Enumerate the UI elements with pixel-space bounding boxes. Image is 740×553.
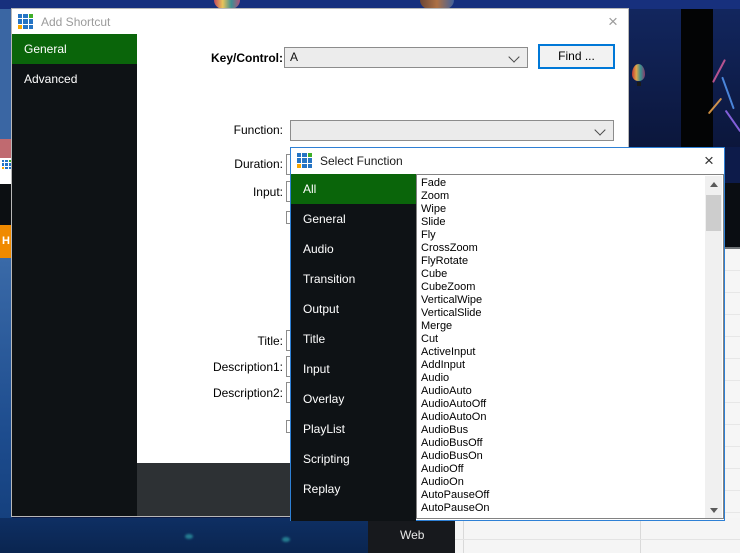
- function-item[interactable]: ActiveInput: [417, 346, 723, 359]
- function-item[interactable]: AudioAutoOff: [417, 398, 723, 411]
- select-function-dialog: Select Function × AllGeneralAudioTransit…: [290, 147, 725, 521]
- hot-air-balloon-image: [632, 64, 645, 81]
- category-item[interactable]: Input: [291, 354, 416, 384]
- desktop-photo-fragment: [0, 258, 12, 553]
- function-item[interactable]: VerticalSlide: [417, 307, 723, 320]
- function-item[interactable]: Audio: [417, 372, 723, 385]
- add-shortcut-titlebar[interactable]: Add Shortcut ×: [12, 9, 628, 34]
- category-item[interactable]: Audio: [291, 234, 416, 264]
- background-table: [455, 518, 740, 553]
- category-item[interactable]: General: [291, 204, 416, 234]
- function-item[interactable]: Merge: [417, 320, 723, 333]
- function-item[interactable]: AutoPauseOn: [417, 502, 723, 515]
- key-control-dropdown[interactable]: A: [284, 47, 528, 68]
- duration-label: Duration:: [133, 157, 283, 171]
- function-item[interactable]: AudioBusOff: [417, 437, 723, 450]
- function-item[interactable]: VerticalWipe: [417, 294, 723, 307]
- function-item[interactable]: AutoPauseOff: [417, 489, 723, 502]
- close-icon[interactable]: ×: [694, 151, 724, 171]
- function-item[interactable]: Fade: [417, 177, 723, 190]
- function-item[interactable]: Zoom: [417, 190, 723, 203]
- function-item[interactable]: Fly: [417, 229, 723, 242]
- function-item[interactable]: AudioOff: [417, 463, 723, 476]
- add-shortcut-sidebar: GeneralAdvanced: [12, 34, 137, 516]
- scrollbar[interactable]: [705, 176, 722, 519]
- table-row-divider: [455, 539, 740, 540]
- function-item[interactable]: AudioOn: [417, 476, 723, 489]
- category-item[interactable]: Title: [291, 324, 416, 354]
- desktop-top-strip: [0, 0, 740, 9]
- function-label: Function:: [133, 123, 283, 137]
- category-item[interactable]: All: [291, 174, 416, 204]
- balloon-basket: [637, 82, 641, 86]
- dialog-title: Select Function: [320, 154, 403, 168]
- description2-label: Description2:: [133, 386, 283, 400]
- scrollbar-thumb[interactable]: [706, 195, 721, 231]
- close-icon[interactable]: ×: [598, 12, 628, 32]
- function-listbox[interactable]: FadeZoomWipeSlideFlyCrossZoomFlyRotateCu…: [416, 174, 724, 519]
- key-control-label: Key/Control:: [133, 51, 283, 65]
- web-tab-label[interactable]: Web: [368, 518, 455, 553]
- table-column-divider: [463, 518, 464, 553]
- category-item[interactable]: Overlay: [291, 384, 416, 414]
- desktop-image-fragment: [420, 0, 454, 9]
- dialog-title: Add Shortcut: [41, 15, 110, 29]
- category-item[interactable]: Replay: [291, 474, 416, 504]
- scroll-down-icon[interactable]: [705, 502, 722, 519]
- sidebar-item[interactable]: Advanced: [12, 64, 137, 94]
- select-function-titlebar[interactable]: Select Function ×: [291, 148, 724, 173]
- category-item[interactable]: PlayList: [291, 414, 416, 444]
- function-item[interactable]: Cut: [417, 333, 723, 346]
- function-item[interactable]: FlyRotate: [417, 255, 723, 268]
- app-tile-icon: [0, 158, 12, 184]
- desktop-dark-fragment: [0, 184, 12, 225]
- function-item[interactable]: AudioAutoOn: [417, 411, 723, 424]
- function-item[interactable]: AudioBus: [417, 424, 723, 437]
- background-window-fragment: [724, 183, 740, 247]
- function-item[interactable]: Wipe: [417, 203, 723, 216]
- vmix-app-icon: [297, 153, 312, 168]
- photo-highlight: [282, 537, 290, 542]
- function-item[interactable]: Cube: [417, 268, 723, 281]
- background-list-rows: [723, 249, 740, 518]
- photo-highlight: [185, 534, 193, 539]
- category-item[interactable]: Scripting: [291, 444, 416, 474]
- sidebar-item[interactable]: General: [12, 34, 137, 64]
- background-window-fragment: [724, 147, 740, 183]
- function-item[interactable]: AddInput: [417, 359, 723, 372]
- water-photo-fragment: [0, 518, 368, 553]
- function-item[interactable]: AudioBusOn: [417, 450, 723, 463]
- function-item[interactable]: CrossZoom: [417, 242, 723, 255]
- desktop-black-strip: [681, 9, 713, 147]
- screen: H Web Add Shortcut × GeneralAdvanced Key…: [0, 0, 740, 553]
- description1-label: Description1:: [133, 360, 283, 374]
- input-label: Input:: [133, 185, 283, 199]
- find-button[interactable]: Find ...: [538, 44, 615, 69]
- function-items: FadeZoomWipeSlideFlyCrossZoomFlyRotateCu…: [417, 175, 723, 515]
- scroll-up-icon[interactable]: [705, 176, 722, 193]
- function-item[interactable]: Slide: [417, 216, 723, 229]
- title-label: Title:: [133, 334, 283, 348]
- category-item[interactable]: Transition: [291, 264, 416, 294]
- function-item[interactable]: AudioAuto: [417, 385, 723, 398]
- select-function-sidebar: AllGeneralAudioTransitionOutputTitleInpu…: [291, 174, 416, 521]
- function-dropdown[interactable]: [290, 120, 614, 141]
- category-item[interactable]: Output: [291, 294, 416, 324]
- vmix-app-icon: [18, 14, 33, 29]
- orange-badge: H: [0, 225, 12, 258]
- table-column-divider: [640, 518, 641, 553]
- function-item[interactable]: CubeZoom: [417, 281, 723, 294]
